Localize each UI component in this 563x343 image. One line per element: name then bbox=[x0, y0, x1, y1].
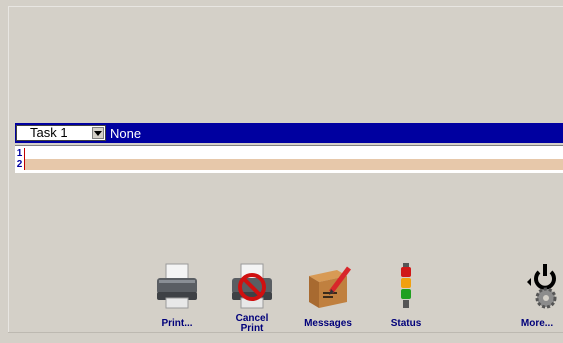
messages-icon bbox=[309, 266, 351, 308]
line-number: 2 bbox=[15, 159, 25, 170]
message-lines[interactable]: 1 2 bbox=[15, 145, 563, 173]
print-label: Print... bbox=[161, 318, 193, 329]
message-line-1[interactable]: 1 bbox=[15, 148, 563, 159]
job-name: None bbox=[110, 125, 142, 141]
more-label: More... bbox=[520, 318, 554, 329]
message-line-2[interactable]: 2 bbox=[15, 159, 563, 170]
panel-bottom-border bbox=[8, 332, 563, 333]
cancel-print-button[interactable]: Cancel Print bbox=[220, 262, 284, 340]
panel-top-border bbox=[8, 6, 563, 7]
task-select[interactable]: Task 1 bbox=[16, 125, 106, 141]
line-number: 1 bbox=[15, 148, 25, 159]
chevron-down-icon[interactable] bbox=[92, 127, 104, 139]
print-button[interactable]: Print... bbox=[145, 262, 209, 340]
cancel-print-icon bbox=[232, 263, 272, 309]
cancel-print-label-2: Print bbox=[240, 323, 264, 334]
task-bar: Task 1 None bbox=[15, 123, 563, 143]
messages-label: Messages bbox=[304, 318, 352, 329]
power-gear-icon bbox=[527, 264, 557, 309]
panel-left-border bbox=[8, 6, 9, 333]
printer-icon bbox=[157, 263, 197, 309]
more-button[interactable]: More... bbox=[513, 262, 561, 340]
task-select-value: Task 1 bbox=[30, 125, 68, 140]
status-button[interactable]: Status bbox=[374, 262, 438, 340]
status-label: Status bbox=[390, 318, 422, 329]
messages-button[interactable]: Messages bbox=[296, 262, 360, 340]
status-light-icon bbox=[401, 263, 411, 308]
